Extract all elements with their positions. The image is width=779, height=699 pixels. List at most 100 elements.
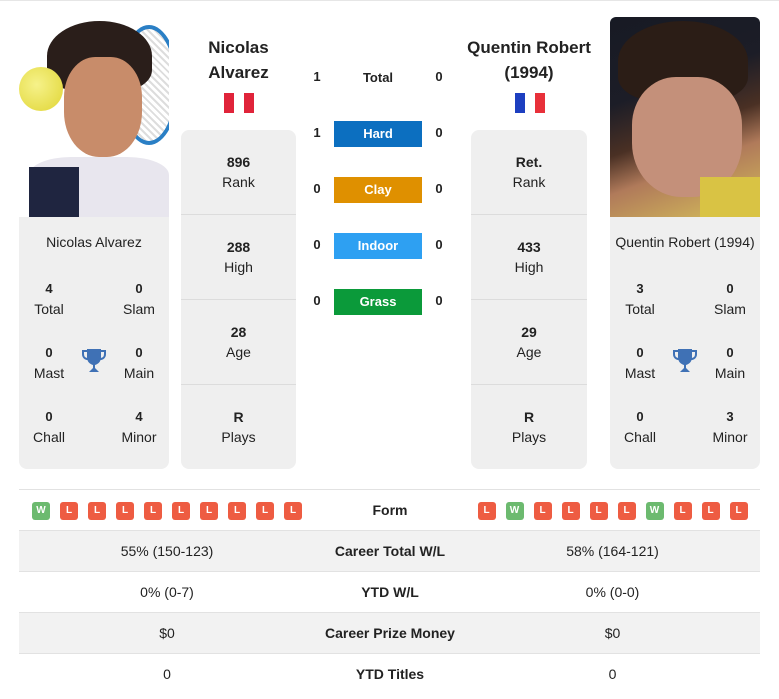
- form-badge-loss[interactable]: L: [533, 501, 552, 520]
- stat-value: 4: [45, 281, 53, 296]
- row-label: YTD W/L: [361, 584, 419, 600]
- stat-value: 3: [726, 409, 734, 424]
- player2-form: LWLLLLWLLL: [465, 490, 760, 531]
- player1-titles-chall: 0 Chall: [19, 407, 79, 447]
- info-label: High: [514, 259, 544, 275]
- player2-plays: R Plays: [471, 385, 587, 470]
- photo-shirt: [700, 177, 760, 217]
- form-badge-loss[interactable]: L: [729, 501, 748, 520]
- form-badge-win[interactable]: W: [32, 501, 50, 520]
- player2-value: $0: [604, 625, 621, 641]
- form-badge-loss[interactable]: L: [589, 501, 608, 520]
- info-label: High: [224, 259, 253, 275]
- table-row: 55% (150-123) Career Total W/L 58% (164-…: [19, 530, 760, 571]
- form-badge-loss[interactable]: L: [701, 501, 720, 520]
- info-value: 433: [517, 239, 541, 255]
- player1-high: 288 High: [181, 215, 296, 300]
- tennis-ball-graphic: [19, 67, 63, 111]
- surface-grass-button[interactable]: Grass: [334, 289, 422, 315]
- player2-rank: Ret. Rank: [471, 130, 587, 215]
- stat-value: 3: [636, 281, 644, 296]
- stat-label: Chall: [33, 429, 65, 445]
- form-badge-loss[interactable]: L: [256, 501, 274, 520]
- player2-photo[interactable]: [610, 17, 760, 217]
- player1-info-box: 896 Rank 288 High 28 Age R Plays: [181, 130, 296, 469]
- player1-photo[interactable]: [19, 17, 169, 217]
- row-label: Career Total W/L: [334, 543, 446, 559]
- stat-label: Chall: [624, 429, 656, 445]
- player2-card-name[interactable]: Quentin Robert (1994): [610, 234, 760, 250]
- stat-label: Main: [714, 365, 746, 381]
- h2h-p2-value: 0: [435, 181, 443, 196]
- form-badge-loss[interactable]: L: [673, 501, 692, 520]
- info-value: 28: [230, 324, 247, 340]
- player1-value: 0: [163, 666, 171, 682]
- h2h-row-clay: 0 Clay 0: [305, 177, 455, 203]
- player1-plays: R Plays: [181, 385, 296, 470]
- stat-label: Total: [34, 301, 64, 317]
- player2-name[interactable]: Quentin Robert (1994): [457, 35, 601, 85]
- table-row: $0 Career Prize Money $0: [19, 612, 760, 653]
- surface-indoor-button[interactable]: Indoor: [334, 233, 422, 259]
- form-badge-win[interactable]: W: [505, 501, 524, 520]
- form-badge-loss[interactable]: L: [284, 501, 302, 520]
- surface-clay-button[interactable]: Clay: [334, 177, 422, 203]
- player2-titles-chall: 0 Chall: [610, 407, 670, 447]
- form-badge-loss[interactable]: L: [60, 501, 78, 520]
- stat-value: 0: [45, 345, 53, 360]
- stat-value: 0: [636, 345, 644, 360]
- player1-rank: 896 Rank: [181, 130, 296, 215]
- surface-total-label[interactable]: Total: [334, 65, 422, 91]
- player1-card-name[interactable]: Nicolas Alvarez: [19, 234, 169, 250]
- stat-label: Total: [625, 301, 655, 317]
- surface-hard-button[interactable]: Hard: [334, 121, 422, 147]
- info-label: Plays: [221, 429, 256, 445]
- row-label: YTD Titles: [355, 666, 425, 682]
- stat-label: Main: [123, 365, 155, 381]
- peru-flag-icon: [224, 93, 254, 113]
- form-badge-loss[interactable]: L: [477, 501, 496, 520]
- player1-titles-total: 4 Total: [19, 279, 79, 319]
- h2h-p1-value: 0: [313, 237, 321, 252]
- h2h-p1-value: 1: [313, 69, 321, 84]
- info-value: R: [523, 409, 535, 425]
- player1-name[interactable]: Nicolas Alvarez: [181, 35, 296, 85]
- row-label: Career Prize Money: [325, 625, 455, 641]
- player2-name-line1: Quentin Robert: [467, 38, 591, 57]
- h2h-row-total: 1 Total 0: [305, 65, 455, 91]
- form-badge-loss[interactable]: L: [172, 501, 190, 520]
- info-label: Age: [226, 344, 251, 360]
- stat-label: Minor: [712, 429, 748, 445]
- form-badge-loss[interactable]: L: [228, 501, 246, 520]
- info-value: 896: [226, 154, 251, 170]
- info-label: Age: [516, 344, 542, 360]
- form-badge-loss[interactable]: L: [144, 501, 162, 520]
- form-badge-win[interactable]: W: [645, 501, 664, 520]
- h2h-row-hard: 1 Hard 0: [305, 121, 455, 147]
- h2h-p2-value: 0: [435, 125, 443, 140]
- form-badge-loss[interactable]: L: [561, 501, 580, 520]
- h2h-p2-value: 0: [435, 69, 443, 84]
- player1-name-line2: Alvarez: [208, 63, 269, 82]
- player2-titles-total: 3 Total: [610, 279, 670, 319]
- player1-titles-card: Nicolas Alvarez 4 Total 0 Slam 0 Mast 0 …: [19, 217, 169, 469]
- h2h-p1-value: 1: [313, 125, 321, 140]
- info-label: Rank: [512, 174, 546, 190]
- form-badge-loss[interactable]: L: [116, 501, 134, 520]
- stat-label: Mast: [624, 365, 656, 381]
- france-flag-icon: [515, 93, 545, 113]
- stat-value: 0: [636, 409, 644, 424]
- stat-label: Slam: [714, 301, 746, 317]
- comparison-table: WLLLLLLLLL Form LWLLLLWLLL 55% (150-123)…: [19, 489, 760, 694]
- info-label: Rank: [222, 174, 255, 190]
- trophy-icon: [82, 348, 106, 374]
- table-row: 0 YTD Titles 0: [19, 653, 760, 694]
- form-badge-loss[interactable]: L: [617, 501, 636, 520]
- form-badge-loss[interactable]: L: [200, 501, 218, 520]
- info-value: 288: [226, 239, 251, 255]
- form-badge-loss[interactable]: L: [88, 501, 106, 520]
- player2-name-line2: (1994): [504, 63, 554, 82]
- player1-titles-minor: 4 Minor: [109, 407, 169, 447]
- player1-titles-main: 0 Main: [109, 343, 169, 383]
- stat-value: 0: [726, 281, 734, 296]
